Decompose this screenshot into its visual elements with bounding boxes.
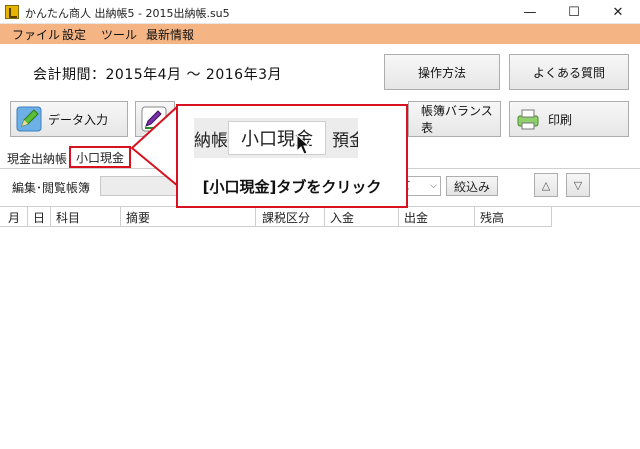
menu-tools[interactable]: ツール xyxy=(101,26,137,43)
menu-bar: ファイル 設定 ツール 最新情報 xyxy=(0,24,640,44)
column-income[interactable]: 入金 xyxy=(330,209,354,225)
data-entry-button[interactable]: データ入力 xyxy=(10,101,128,137)
app-icon xyxy=(5,5,19,19)
printer-icon xyxy=(517,109,539,130)
instruction-callout: 納帳 小口現金 預金 [小口現金]タブをクリック xyxy=(176,104,408,208)
column-balance[interactable]: 残高 xyxy=(480,209,504,225)
edit-view-book-label: 編集･閲覧帳簿 xyxy=(12,181,91,195)
faq-button[interactable]: よくある質問 xyxy=(509,54,629,90)
window-title: かんたん商人 出納帳5 - 2015出納帳.su5 xyxy=(25,7,230,20)
close-button[interactable]: ✕ xyxy=(596,0,640,24)
pencil-icon xyxy=(16,106,42,132)
accounting-period: 会計期間：2015年4月 〜 2016年3月 xyxy=(33,67,282,83)
maximize-button[interactable]: ☐ xyxy=(552,0,596,24)
zoomed-tab-fragment-right: 預金 xyxy=(332,131,358,151)
triangle-down-icon: ▽ xyxy=(573,178,583,192)
column-account[interactable]: 科目 xyxy=(56,209,80,225)
column-month[interactable]: 月 xyxy=(8,209,20,225)
instruction-text: [小口現金]タブをクリック xyxy=(202,178,382,196)
column-divider xyxy=(50,207,51,226)
column-divider xyxy=(474,207,475,226)
column-description[interactable]: 摘要 xyxy=(126,209,150,225)
column-tax-category[interactable]: 課税区分 xyxy=(262,209,310,225)
triangle-up-icon: △ xyxy=(541,178,551,192)
column-divider xyxy=(551,207,552,226)
callout-pointer xyxy=(130,104,180,188)
title-bar: かんたん商人 出納帳5 - 2015出納帳.su5 — ☐ ✕ xyxy=(0,0,640,24)
balance-button[interactable]: 帳簿バランス表 xyxy=(408,101,501,137)
zoomed-petty-cash-tab: 小口現金 xyxy=(228,121,326,155)
print-label: 印刷 xyxy=(548,112,573,127)
balance-label: 帳簿バランス表 xyxy=(421,104,493,135)
tab-petty-cash-label: 小口現金 xyxy=(75,150,124,165)
print-button[interactable]: 印刷 xyxy=(509,101,629,137)
howto-button-label: 操作方法 xyxy=(417,65,466,80)
data-entry-label: データ入力 xyxy=(48,112,109,127)
column-divider xyxy=(324,207,325,226)
mouse-cursor-icon xyxy=(296,134,310,155)
down-button[interactable]: ▽ xyxy=(566,173,590,197)
up-button[interactable]: △ xyxy=(534,173,558,197)
tab-petty-cash[interactable]: 小口現金 xyxy=(69,146,131,168)
column-divider xyxy=(255,207,256,226)
howto-button[interactable]: 操作方法 xyxy=(384,54,500,90)
column-day[interactable]: 日 xyxy=(33,209,45,225)
zoomed-tab-fragment-left: 納帳 xyxy=(194,131,228,151)
ledger-table[interactable]: 月 日 科目 摘要 課税区分 入金 出金 残高 xyxy=(0,206,640,449)
tab-cash-book[interactable]: 現金出納帳 xyxy=(7,150,67,167)
column-expense[interactable]: 出金 xyxy=(404,209,428,225)
zoomed-tab-strip: 納帳 小口現金 預金 xyxy=(194,118,358,158)
column-divider xyxy=(120,207,121,226)
faq-button-label: よくある質問 xyxy=(532,65,605,80)
filter-button[interactable]: 絞込み xyxy=(446,176,498,196)
chevron-down-icon: ⌵ xyxy=(430,181,437,191)
header-divider xyxy=(0,226,552,227)
column-divider xyxy=(27,207,28,226)
minimize-button[interactable]: — xyxy=(508,0,552,24)
column-divider xyxy=(398,207,399,226)
menu-file[interactable]: ファイル xyxy=(12,26,60,43)
menu-news[interactable]: 最新情報 xyxy=(146,26,194,43)
filter-button-label: 絞込み xyxy=(453,179,490,194)
menu-settings[interactable]: 設定 xyxy=(62,26,86,43)
